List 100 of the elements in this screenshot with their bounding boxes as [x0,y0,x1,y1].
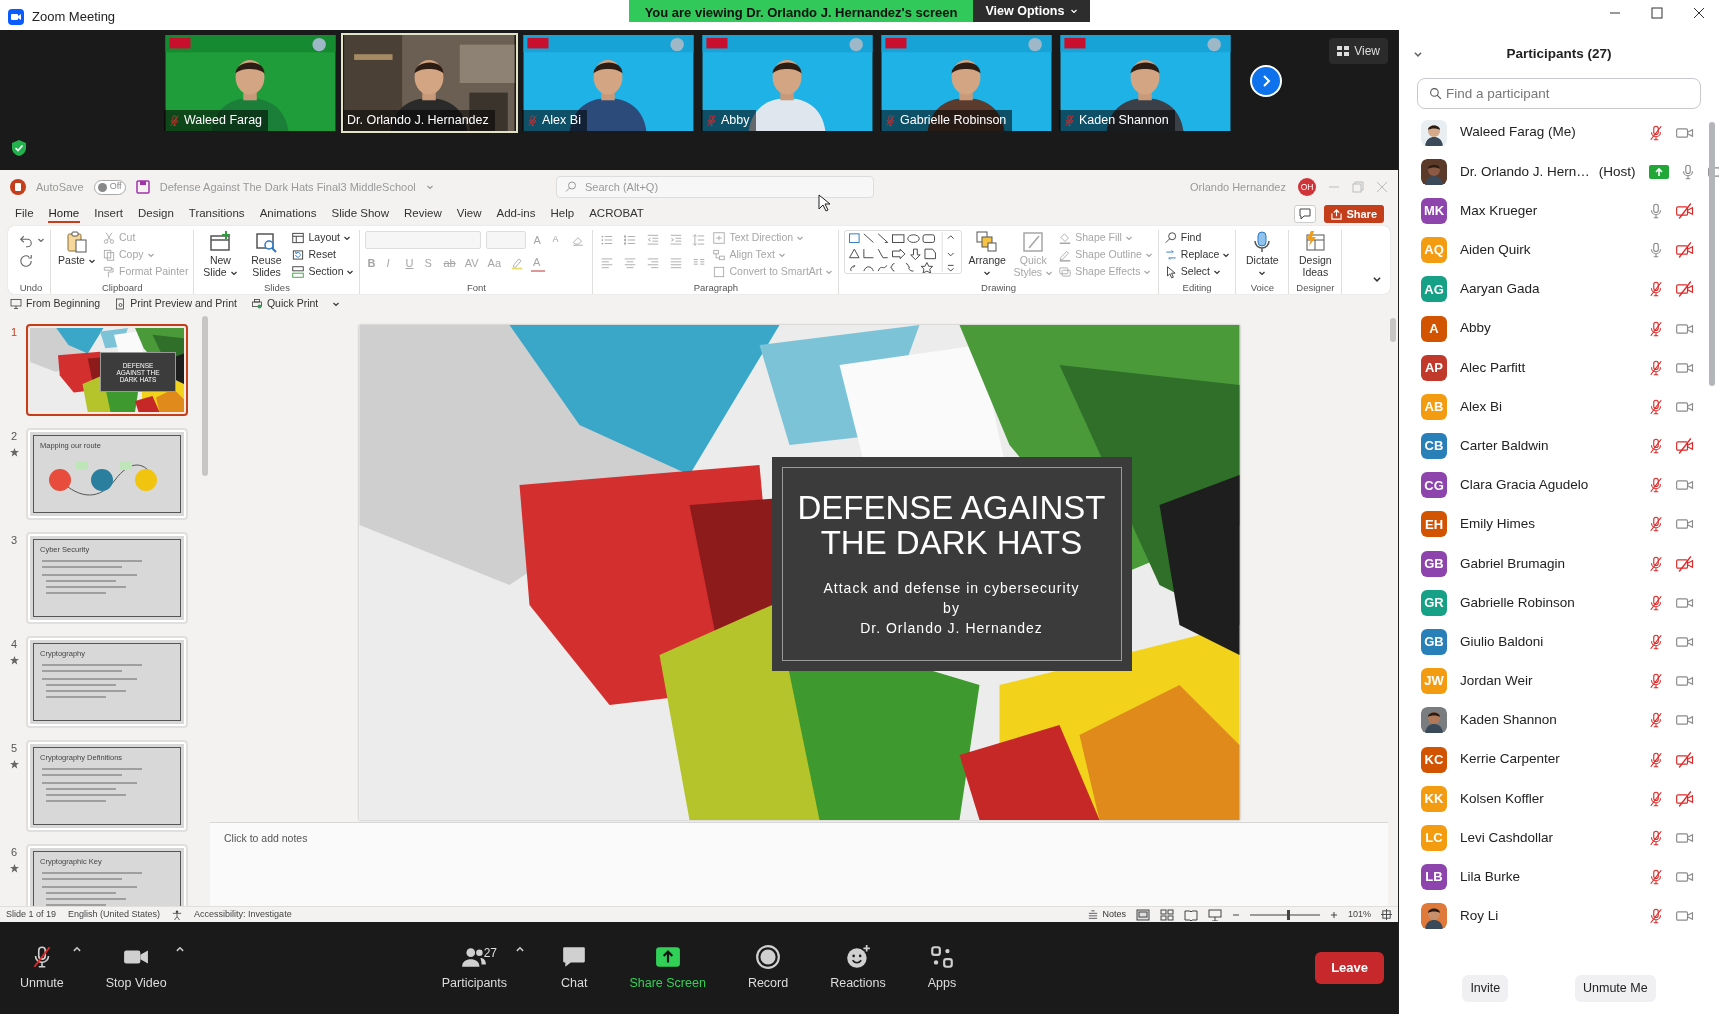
group-label: Undo [18,281,44,294]
participant-name[interactable]: Waleed Farag (Me) [1460,122,1576,143]
ribbon-button[interactable]: Select [1163,264,1231,280]
participant-name[interactable]: Carter Baldwin [1460,435,1549,457]
avatar: KK [1421,785,1447,812]
video-tile[interactable]: Dr. Orlando J. Hernandez [341,33,518,133]
search-field[interactable]: Find a participant [1417,78,1701,109]
notes-placeholder[interactable]: Click to add notes [224,832,308,844]
group-label: Designer [1295,281,1336,294]
toolbar-button[interactable]: Stop Video [99,943,173,993]
ribbon-button[interactable]: Design Ideas [1294,230,1337,278]
toolbar-button[interactable]: From Beginning [10,296,101,312]
host-label: (Host) [1598,162,1636,181]
participant-name[interactable]: Max Krueger [1460,200,1538,222]
language-label[interactable]: English (United States) [68,907,161,922]
participant-name[interactable]: Clara Gracia Agudelo [1460,475,1589,496]
zoom-level[interactable]: 101% [1347,907,1371,922]
slide-counter: Slide 1 of 19 [6,907,57,921]
screen-share-banner: You are viewing Dr. Orlando J. Hernandez's screen [628,0,974,22]
toolbar-button[interactable]: Record [741,943,795,993]
toolbar-button[interactable]: Quick Print [250,296,319,312]
ribbon-tab[interactable]: Home [47,205,81,223]
ribbon-button[interactable]: Layout [291,230,355,246]
participant-name[interactable]: Gabrielle Robinson [1460,592,1575,613]
ribbon-tab[interactable]: Slide Show [330,205,391,223]
ribbon-tab[interactable]: View [455,205,483,223]
ribbon-tab[interactable]: ACROBAT [588,205,645,223]
panel-button[interactable]: Invite [1462,975,1509,1002]
participant-name[interactable]: Kaden Shannon [1460,710,1557,731]
avatar: A [1421,315,1447,342]
view-button[interactable]: View [1329,38,1388,64]
ribbon-tab[interactable]: Transitions [187,205,246,223]
accessibility-status[interactable]: Accessibility: Investigate [194,907,292,922]
participant-name[interactable]: Alec Parfitt [1460,357,1526,378]
ribbon-tab[interactable]: File [14,205,35,223]
slide-number: 3 [10,533,18,548]
participant-name: Gabrielle Robinson [900,112,1007,130]
participant-name[interactable]: Giulio Baldoni [1460,631,1544,653]
panel-button[interactable]: Unmute Me [1575,975,1656,1002]
ribbon-button[interactable]: Reuse Slides [245,230,288,278]
toolbar-button[interactable]: Apps [921,943,963,993]
ribbon-button[interactable]: Find [1163,230,1231,246]
window-title: Zoom Meeting [32,8,116,26]
toolbar-button[interactable]: Unmute [14,943,70,993]
video-tile[interactable]: Kaden Shannon [1057,33,1234,133]
participant-name[interactable]: Roy Li [1460,906,1499,927]
participant-name[interactable]: Levi Cashdollar [1460,827,1554,849]
participant-name[interactable]: Aaryan Gada [1460,279,1540,300]
participant-name[interactable]: Alex Bi [1460,396,1503,418]
video-tile[interactable]: Abby [699,33,876,133]
participant-name[interactable]: Lila Burke [1460,867,1521,888]
participant-name: Waleed Farag [184,112,263,130]
ribbon-button[interactable]: Replace [1163,247,1231,263]
group-label: Clipboard [100,281,144,294]
ribbon-button[interactable]: Section [291,264,355,280]
slide-subtitle: Dr. Orlando J. Hernandez [860,619,1043,638]
participant-name[interactable]: Aiden Quirk [1460,240,1531,261]
toolbar-button[interactable]: Print Preview and Print [114,296,237,312]
ribbon-button[interactable]: New Slide [199,230,242,278]
toolbar-button[interactable]: Chat [555,943,594,993]
avatar: LC [1421,824,1447,851]
video-tile[interactable]: Gabrielle Robinson [878,33,1055,133]
toolbar-button[interactable]: 27 Participants [435,943,514,993]
slide-number: 4 [10,637,18,652]
participant-name[interactable]: Kerrie Carpenter [1460,749,1560,770]
slide-number: 1 [10,325,18,340]
group-label: Paragraph [692,281,740,294]
ribbon-tab[interactable]: Review [403,205,443,223]
participant-name[interactable]: Kolsen Koffler [1460,788,1544,809]
participant-name[interactable]: Dr. Orlando J. Hern… [1460,161,1590,182]
participant-name[interactable]: Emily Himes [1460,514,1535,535]
ribbon-button[interactable]: Dictate [1241,230,1284,278]
leave-button[interactable]: Leave [1315,952,1384,984]
participant-name[interactable]: Jordan Weir [1460,671,1533,692]
autosave-toggle[interactable]: Off [93,179,126,195]
view-options-button[interactable]: View Options [973,0,1091,22]
ribbon-button[interactable]: Reset [291,247,355,263]
ribbon-tab[interactable]: Animations [258,205,318,223]
participant-count: 27 [483,944,497,962]
ribbon-button[interactable]: Paste [56,230,98,266]
ribbon-tab[interactable]: Design [137,205,175,223]
ribbon-button[interactable]: Arrange [966,230,1009,278]
participant-name[interactable]: Gabriel Brumagin [1460,553,1566,574]
avatar: EH [1421,511,1447,538]
search-field[interactable]: Search (Alt+Q) [556,176,874,198]
video-tile[interactable]: Alex Bi [520,33,697,133]
toolbar-button[interactable]: Reactions [824,943,892,993]
avatar: LB [1421,864,1447,891]
user-avatar[interactable]: OH [1298,178,1316,196]
video-tile[interactable]: Waleed Farag [162,33,339,133]
participant-name[interactable]: Abby [1460,318,1491,339]
notes-button[interactable]: Notes [1088,907,1126,922]
toolbar-button[interactable]: Share Screen [623,943,712,993]
share-button[interactable]: Share [1324,204,1384,224]
ribbon-tab[interactable]: Help [549,205,576,223]
avatar: MK [1421,197,1447,224]
ribbon-tab[interactable]: Insert [93,205,124,223]
avatar: GR [1421,589,1447,616]
ribbon-tab[interactable]: Add-ins [495,205,537,223]
avatar: AG [1421,276,1447,303]
